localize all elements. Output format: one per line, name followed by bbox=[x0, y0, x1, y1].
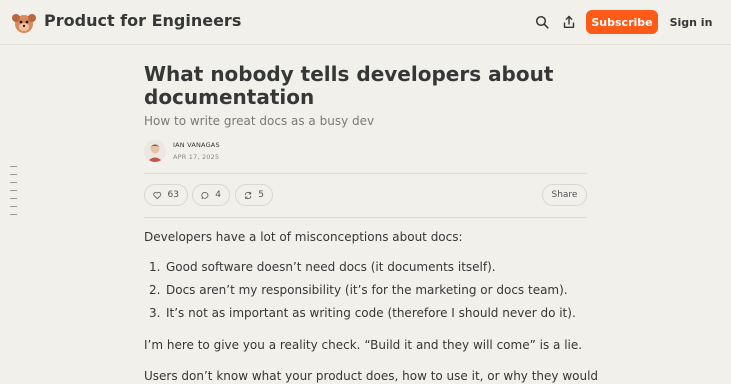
body-paragraph: Users don’t know what your product does,… bbox=[144, 369, 599, 383]
publication-name[interactable]: Product for Engineers bbox=[44, 11, 241, 30]
list-item-text: Docs aren’t my responsibility (it’s for … bbox=[166, 283, 568, 297]
toc-item[interactable] bbox=[10, 174, 17, 175]
comment-count: 4 bbox=[215, 190, 221, 200]
post-title: What nobody tells developers about docum… bbox=[144, 62, 554, 109]
table-of-contents-rail[interactable] bbox=[10, 166, 18, 222]
sign-in-button[interactable]: Sign in bbox=[662, 10, 720, 34]
share-button[interactable]: Share bbox=[542, 184, 587, 206]
restack-count: 5 bbox=[258, 190, 264, 200]
share-icon[interactable] bbox=[559, 12, 579, 32]
list-item: 2. Docs aren’t my responsibility (it’s fo… bbox=[149, 283, 568, 297]
author-avatar[interactable] bbox=[144, 140, 166, 162]
toc-item[interactable] bbox=[10, 198, 17, 199]
comment-button[interactable]: 4 bbox=[192, 184, 230, 206]
publication-logo[interactable] bbox=[10, 9, 38, 37]
post-subtitle: How to write great docs as a busy dev bbox=[144, 114, 375, 128]
top-navigation-bar: Product for Engineers Subscribe Sign in bbox=[0, 0, 731, 45]
list-item-text: Good software doesn’t need docs (it docu… bbox=[166, 260, 496, 274]
list-item-number: 1. bbox=[149, 260, 161, 274]
like-count: 63 bbox=[167, 190, 179, 200]
post-date: APR 17, 2025 bbox=[173, 153, 220, 161]
heart-icon bbox=[153, 191, 162, 199]
toc-item[interactable] bbox=[10, 206, 17, 207]
list-item-text: It’s not as important as writing code (t… bbox=[166, 306, 576, 320]
toc-item[interactable] bbox=[10, 182, 17, 183]
list-item-number: 2. bbox=[149, 283, 161, 297]
body-paragraph: Developers have a lot of misconceptions … bbox=[144, 230, 463, 244]
restack-icon bbox=[244, 191, 252, 199]
subscribe-button[interactable]: Subscribe bbox=[586, 10, 658, 34]
like-button[interactable]: 63 bbox=[144, 184, 188, 206]
share-button-label: Share bbox=[551, 190, 578, 200]
body-paragraph: I’m here to give you a reality check. “B… bbox=[144, 338, 583, 352]
divider bbox=[144, 173, 587, 174]
list-item: 1. Good software doesn’t need docs (it do… bbox=[149, 260, 496, 274]
toc-item[interactable] bbox=[10, 214, 17, 215]
divider bbox=[144, 217, 587, 218]
toc-item[interactable] bbox=[10, 166, 17, 167]
list-item: 3. It’s not as important as writing code … bbox=[149, 306, 576, 320]
comment-icon bbox=[201, 191, 209, 199]
author-name[interactable]: IAN VANAGAS bbox=[173, 141, 220, 149]
list-item-number: 3. bbox=[149, 306, 161, 320]
restack-button[interactable]: 5 bbox=[235, 184, 273, 206]
search-icon[interactable] bbox=[532, 12, 552, 32]
toc-item[interactable] bbox=[10, 190, 17, 191]
